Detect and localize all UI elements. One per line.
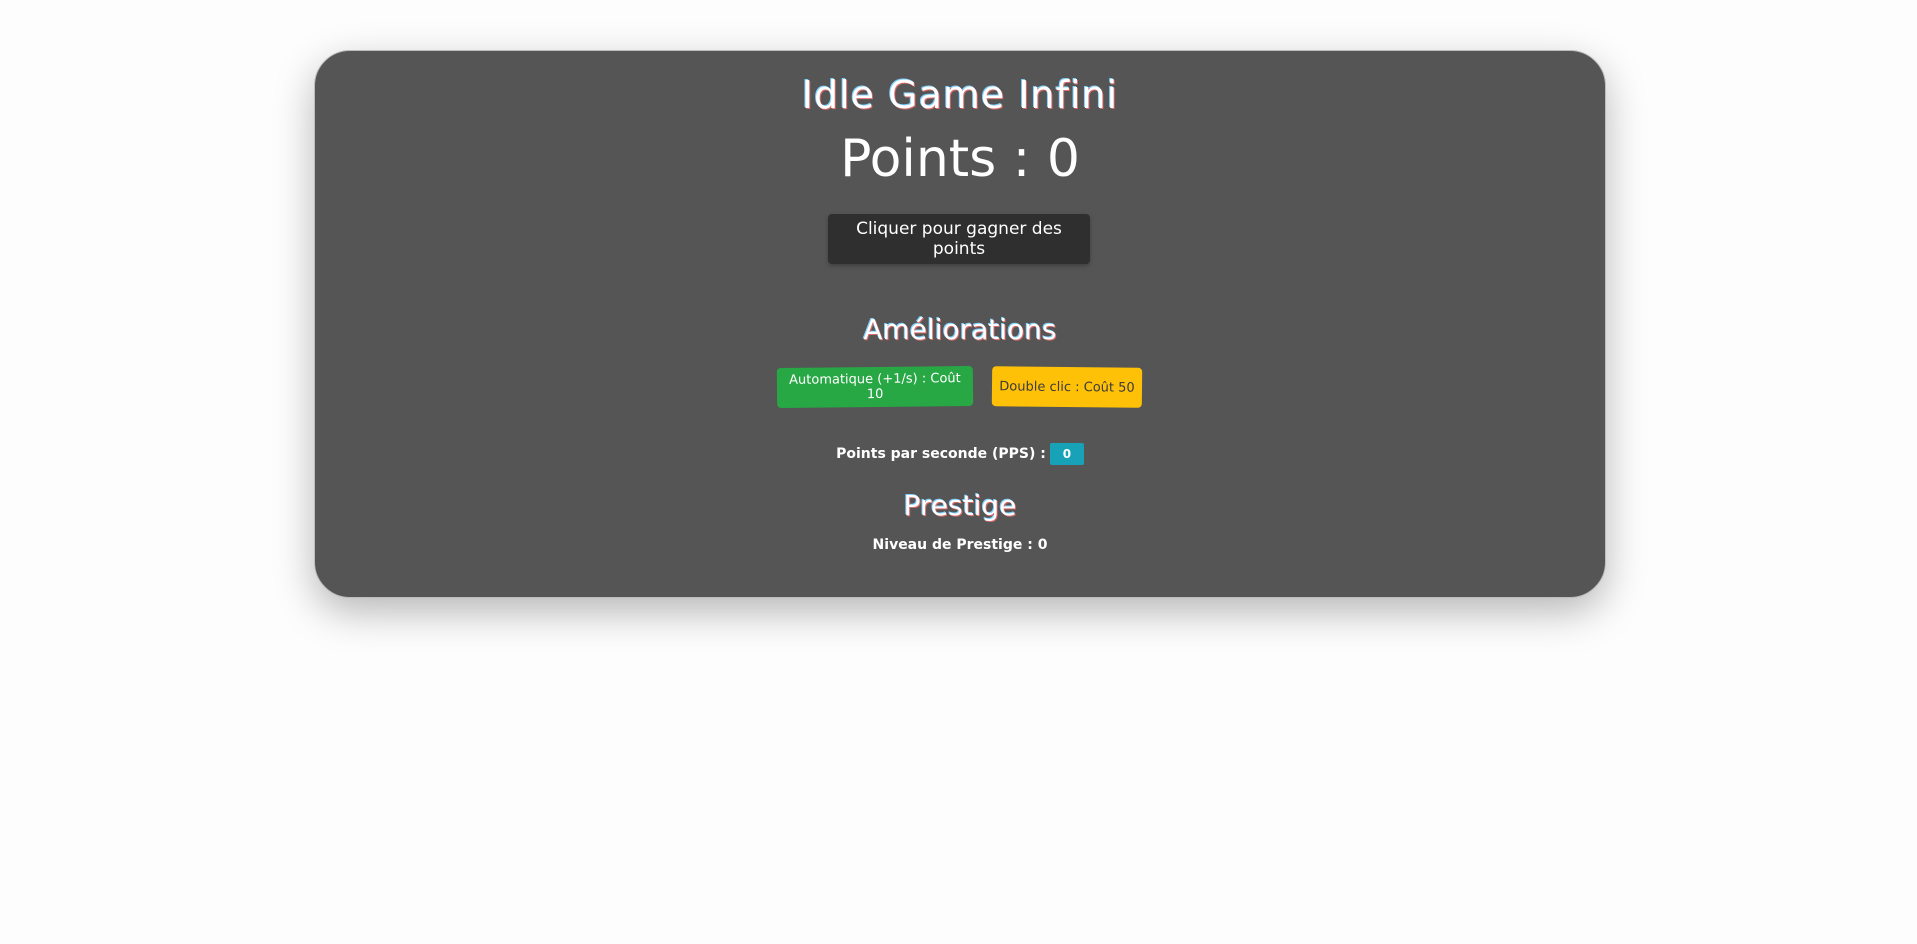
pps-row: Points par seconde (PPS) : 0 bbox=[315, 442, 1605, 466]
upgrade-double-click-button[interactable]: Double clic : Coût 50 bbox=[991, 366, 1143, 408]
click-earn-points-button[interactable]: Cliquer pour gagner des points bbox=[828, 214, 1090, 264]
pps-badge: 0 bbox=[1049, 443, 1084, 465]
upgrades-title: Améliorations bbox=[863, 313, 1057, 346]
page-title: Idle Game Infini bbox=[801, 73, 1119, 117]
game-panel: Idle Game Infini Points : 0 Cliquer pour… bbox=[314, 50, 1606, 598]
pps-label: Points par seconde (PPS) : bbox=[836, 446, 1046, 462]
prestige-level: Niveau de Prestige : 0 bbox=[872, 537, 1048, 553]
upgrade-auto-button[interactable]: Automatique (+1/s) : Coût 10 bbox=[776, 365, 974, 409]
points-display: Points : 0 bbox=[840, 129, 1080, 189]
prestige-title: Prestige bbox=[903, 489, 1017, 522]
